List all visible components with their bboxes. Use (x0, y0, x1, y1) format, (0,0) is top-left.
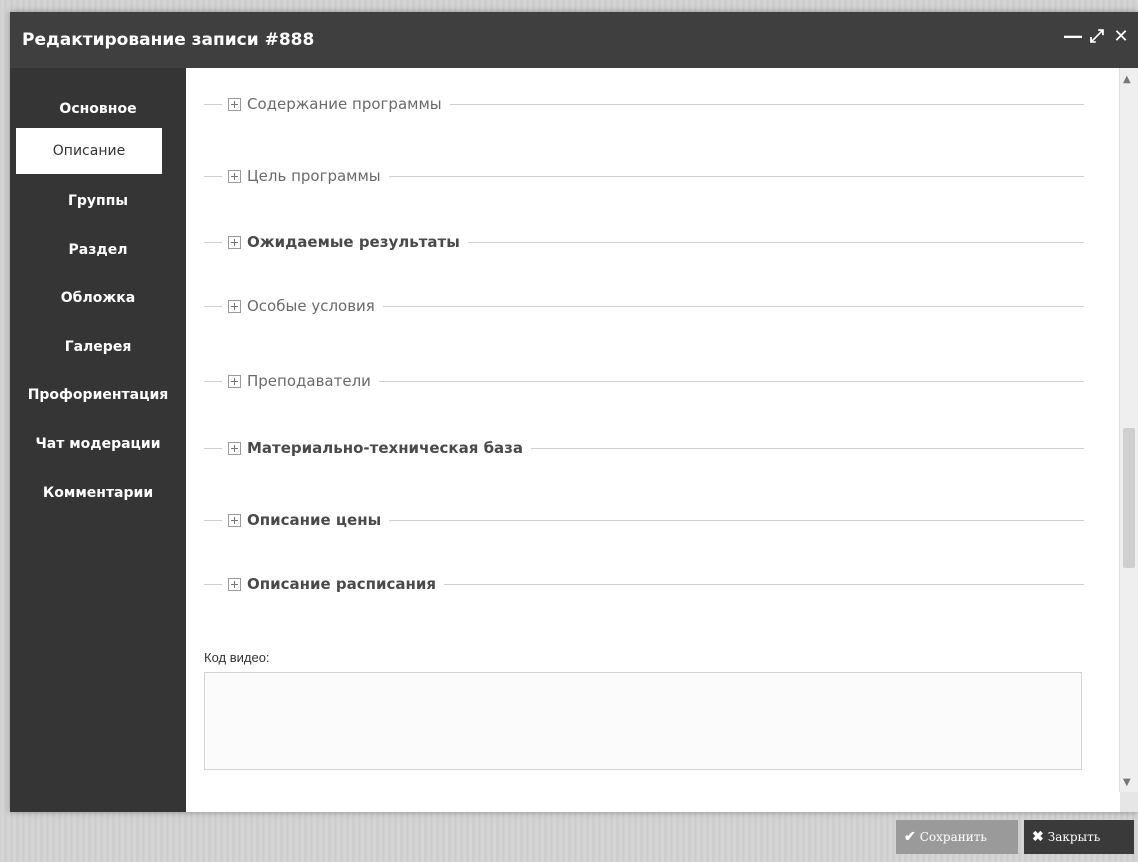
close-x-icon: ✖ (1032, 829, 1044, 845)
fieldset-label[interactable]: Материально-техническая база (247, 439, 523, 457)
expand-icon[interactable] (228, 235, 241, 249)
expand-icon[interactable] (228, 374, 241, 388)
scroll-thumb[interactable] (1123, 428, 1135, 568)
minimize-icon[interactable]: ― (1064, 26, 1082, 48)
fieldset-label[interactable]: Цель программы (247, 167, 381, 185)
sidebar-nav: Основное Описание Группы Раздел Обложка … (10, 68, 186, 812)
expand-icon[interactable] (228, 577, 241, 591)
dialog-titlebar[interactable]: Редактирование записи #888 ― ⤢ ✕ (10, 12, 1138, 68)
fieldset-program-content: Содержание программы (204, 92, 1084, 116)
maximize-icon[interactable]: ⤢ (1088, 26, 1106, 48)
divider (378, 380, 1084, 382)
sidebar-item-description[interactable]: Описание (16, 128, 162, 174)
divider (531, 447, 1084, 449)
edit-record-dialog: Редактирование записи #888 ― ⤢ ✕ Основно… (10, 12, 1138, 812)
expand-icon[interactable] (228, 169, 241, 183)
expand-icon[interactable] (228, 97, 241, 111)
sidebar-item-gallery[interactable]: Галерея (10, 324, 186, 370)
dialog-title: Редактирование записи #888 (22, 30, 315, 50)
divider (388, 175, 1084, 177)
sidebar-item-section[interactable]: Раздел (10, 227, 186, 273)
sidebar-item-cover[interactable]: Обложка (10, 275, 186, 321)
sidebar-item-moderation-chat[interactable]: Чат модерации (10, 421, 186, 467)
fieldset-teachers: Преподаватели (204, 369, 1084, 393)
close-icon[interactable]: ✕ (1112, 26, 1130, 48)
close-button[interactable]: ✖ Закрыть (1024, 820, 1134, 854)
divider (382, 305, 1084, 307)
fieldset-label[interactable]: Описание цены (247, 511, 381, 529)
save-button[interactable]: ✔ Сохранить (896, 820, 1018, 854)
divider (449, 103, 1084, 105)
fieldset-label[interactable]: Ожидаемые результаты (247, 233, 460, 251)
sidebar-item-career-guidance[interactable]: Профориентация (10, 372, 186, 418)
fieldset-price-description: Описание цены (204, 508, 1084, 532)
fieldset-facilities: Материально-техническая база (204, 436, 1084, 460)
fieldset-special-conditions: Особые условия (204, 294, 1084, 318)
save-button-label: Сохранить (919, 830, 987, 844)
sidebar-item-main[interactable]: Основное (10, 86, 186, 132)
divider (389, 519, 1084, 521)
divider (467, 241, 1084, 243)
scroll-down-icon[interactable]: ▼ (1123, 777, 1131, 788)
video-code-input[interactable] (204, 672, 1082, 770)
fieldset-program-goal: Цель программы (204, 164, 1084, 188)
scroll-up-icon[interactable]: ▲ (1123, 74, 1131, 85)
sidebar-item-groups[interactable]: Группы (10, 178, 186, 224)
sidebar-item-comments[interactable]: Комментарии (10, 470, 186, 516)
close-button-label: Закрыть (1047, 830, 1101, 844)
window-controls: ― ⤢ ✕ (1064, 26, 1130, 48)
fieldset-label[interactable]: Преподаватели (247, 372, 371, 390)
video-code-label: Код видео: (204, 650, 270, 665)
fieldset-schedule-description: Описание расписания (204, 572, 1084, 596)
description-panel: Содержание программы Цель программы Ожид… (186, 68, 1120, 812)
divider (444, 583, 1084, 585)
expand-icon[interactable] (228, 441, 241, 455)
fieldset-label[interactable]: Особые условия (247, 297, 375, 315)
fieldset-label[interactable]: Описание расписания (247, 575, 436, 593)
expand-icon[interactable] (228, 513, 241, 527)
checkmark-icon: ✔ (904, 829, 916, 845)
expand-icon[interactable] (228, 299, 241, 313)
fieldset-expected-results: Ожидаемые результаты (204, 230, 1084, 254)
content-scrollbar[interactable]: ▲ ▼ (1119, 68, 1138, 792)
fieldset-label[interactable]: Содержание программы (247, 95, 442, 113)
